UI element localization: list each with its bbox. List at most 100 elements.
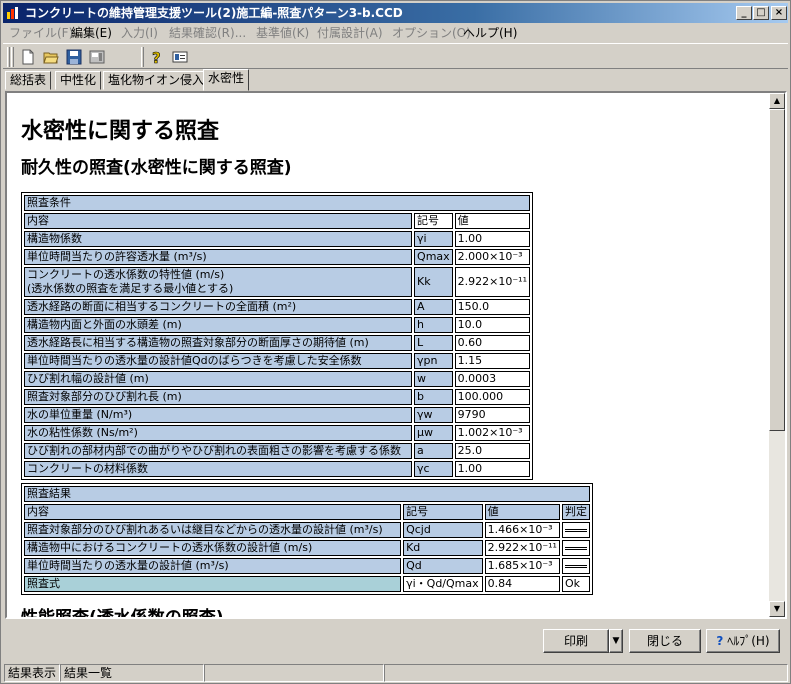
table-row: 水の単位重量 (N/m³) γw 9790 xyxy=(24,407,530,423)
version-info-icon xyxy=(172,51,188,63)
condition-symbol: γw xyxy=(414,407,453,423)
condition-value: 1.002×10⁻³ xyxy=(454,425,530,441)
menu-input[interactable]: 入力(I) xyxy=(121,25,158,41)
result-content: 単位時間当たりの透水量の設計値 (m³/s) xyxy=(24,558,402,574)
menu-attached-design[interactable]: 付属設計(A) xyxy=(317,25,383,41)
menu-standard-value[interactable]: 基準値(K) xyxy=(256,25,309,41)
toolbar-grip-2 xyxy=(11,47,14,67)
table-row: 水の粘性係数 (Ns/m²) μw 1.002×10⁻³ xyxy=(24,425,530,441)
condition-content: 透水経路の断面に相当するコンクリートの全面積 (m²) xyxy=(24,299,413,315)
condition-content: ひび割れ幅の設計値 (m) xyxy=(24,371,413,387)
result-symbol: Qd xyxy=(403,558,483,574)
scroll-up-button[interactable]: ▲ xyxy=(769,93,785,109)
condition-symbol: A xyxy=(414,299,453,315)
conditions-header-symbol: 記号 xyxy=(414,213,453,229)
condition-content: 単位時間当たりの許容透水量 (m³/s) xyxy=(24,249,413,265)
table-row: 単位時間当たりの透水量の設計値Qdのばらつきを考慮した安全係数 γpn 1.15 xyxy=(24,353,530,369)
tab-watertightness[interactable]: 水密性 xyxy=(203,69,250,91)
table-row: 単位時間当たりの許容透水量 (m³/s) Qmax 2.000×10⁻³ xyxy=(24,249,530,265)
formula-judge: Ok xyxy=(561,576,590,592)
help-button-icon: ? xyxy=(716,634,724,648)
tab-chloride-ingress[interactable]: 塩化物イオン侵入 xyxy=(103,71,210,90)
result-judge xyxy=(561,522,590,538)
condition-value: 100.000 xyxy=(454,389,530,405)
condition-symbol: γpn xyxy=(414,353,453,369)
main-window: コンクリートの維持管理支援ツール(2)施工編-照査パターン3-b.CCD _ □… xyxy=(0,0,791,684)
export-button[interactable] xyxy=(86,47,108,67)
vertical-scrollbar[interactable]: ▲ ▼ xyxy=(769,93,785,617)
table-row: 構造物係数 γi 1.00 xyxy=(24,231,530,247)
table-row: 照査対象部分のひび割れあるいは継目などからの透水量の設計値 (m³/s) Qcj… xyxy=(24,522,590,538)
menu-file[interactable]: ファイル(F) xyxy=(9,25,73,41)
condition-symbol: L xyxy=(414,335,453,351)
new-file-button[interactable] xyxy=(17,47,39,67)
status-pane-empty-2 xyxy=(384,664,788,682)
judge-double-line xyxy=(564,528,587,532)
print-dropdown-button[interactable]: ▼ xyxy=(609,629,623,653)
status-pane-empty-1 xyxy=(204,664,384,682)
print-button[interactable]: 印刷 xyxy=(543,629,609,653)
tab-summary[interactable]: 総括表 xyxy=(5,71,52,90)
judge-double-line xyxy=(564,546,587,550)
table-row: ひび割れ幅の設計値 (m) w 0.0003 xyxy=(24,371,530,387)
menu-options[interactable]: オプション(O) xyxy=(392,25,471,41)
scroll-thumb[interactable] xyxy=(769,109,785,431)
condition-value: 10.0 xyxy=(454,317,530,333)
table-row: 照査式 γi・Qd/Qmax 0.84 Ok xyxy=(24,576,590,592)
close-window-button[interactable]: × xyxy=(771,6,787,20)
menu-edit[interactable]: 編集(E) xyxy=(71,25,112,41)
condition-content: 構造物内面と外面の水頭差 (m) xyxy=(24,317,413,333)
condition-symbol: h xyxy=(414,317,453,333)
result-content: 照査対象部分のひび割れあるいは継目などからの透水量の設計値 (m³/s) xyxy=(24,522,402,538)
results-header-judge: 判定 xyxy=(561,504,590,520)
condition-value: 1.00 xyxy=(454,231,530,247)
maximize-button[interactable]: □ xyxy=(753,6,769,20)
menu-help[interactable]: ヘルプ(H) xyxy=(463,25,517,41)
menu-bar: ファイル(F) 編集(E) 入力(I) 結果確認(R)... 基準値(K) 付属… xyxy=(3,24,788,42)
condition-value: 0.60 xyxy=(454,335,530,351)
condition-content: 単位時間当たりの透水量の設計値Qdのばらつきを考慮した安全係数 xyxy=(24,353,413,369)
export-icon xyxy=(89,50,105,64)
toolbar-grip[interactable] xyxy=(7,47,10,67)
condition-symbol: γc xyxy=(414,461,453,477)
table-row: 構造物内面と外面の水頭差 (m) h 10.0 xyxy=(24,317,530,333)
results-header-content: 内容 xyxy=(24,504,402,520)
close-button[interactable]: 閉じる xyxy=(629,629,701,653)
menu-result-check[interactable]: 結果確認(R)... xyxy=(169,25,246,41)
result-value: 1.466×10⁻³ xyxy=(484,522,560,538)
conditions-header-value: 値 xyxy=(454,213,530,229)
help-icon: ? xyxy=(152,49,161,65)
condition-symbol: Qmax xyxy=(414,249,453,265)
conditions-header-content: 内容 xyxy=(24,213,413,229)
open-file-button[interactable] xyxy=(40,47,62,67)
scroll-down-button[interactable]: ▼ xyxy=(769,601,785,617)
help-dialog-button[interactable]: ? ﾍﾙﾌﾟ(H) xyxy=(706,629,780,653)
toolbar-separator xyxy=(141,47,144,67)
condition-content: 水の単位重量 (N/m³) xyxy=(24,407,413,423)
formula-symbol: γi・Qd/Qmax xyxy=(403,576,483,592)
help-button[interactable]: ? xyxy=(146,47,168,67)
minimize-button[interactable]: _ xyxy=(736,6,752,20)
condition-content: 照査対象部分のひび割れ長 (m) xyxy=(24,389,413,405)
condition-symbol: γi xyxy=(414,231,453,247)
condition-symbol: w xyxy=(414,371,453,387)
result-value: 1.685×10⁻³ xyxy=(484,558,560,574)
formula-label: 照査式 xyxy=(24,576,402,592)
condition-value: 150.0 xyxy=(454,299,530,315)
table-row: 透水経路の断面に相当するコンクリートの全面積 (m²) A 150.0 xyxy=(24,299,530,315)
status-pane-result-display: 結果表示 xyxy=(4,664,60,682)
condition-symbol: b xyxy=(414,389,453,405)
title-bar[interactable]: コンクリートの維持管理支援ツール(2)施工編-照査パターン3-b.CCD _ □… xyxy=(3,3,788,23)
results-header-symbol: 記号 xyxy=(403,504,483,520)
condition-content: 構造物係数 xyxy=(24,231,413,247)
version-info-button[interactable] xyxy=(169,47,191,67)
tab-neutralization[interactable]: 中性化 xyxy=(55,71,102,90)
condition-content-line1: コンクリートの透水係数の特性値 (m/s) xyxy=(27,268,225,281)
save-button[interactable] xyxy=(63,47,85,67)
result-judge xyxy=(561,540,590,556)
condition-symbol: a xyxy=(414,443,453,459)
conditions-section-label: 照査条件 xyxy=(24,195,530,211)
condition-value: 1.00 xyxy=(454,461,530,477)
result-symbol: Kd xyxy=(403,540,483,556)
table-row: コンクリートの材料係数 γc 1.00 xyxy=(24,461,530,477)
